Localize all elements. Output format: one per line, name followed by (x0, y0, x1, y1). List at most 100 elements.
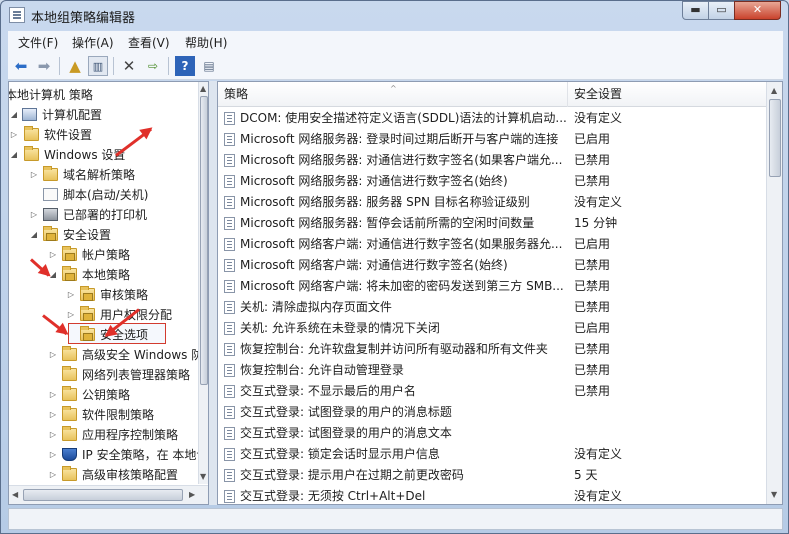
delete-icon[interactable]: ✕ (119, 56, 139, 76)
policy-row[interactable]: Microsoft 网络服务器: 服务器 SPN 目标名称验证级别 没有定义 (218, 192, 766, 213)
details-pane: 策略 ^ 安全设置 DCOM: 使用安全描述符定义语言(SDDL)语法的计算机启… (217, 81, 783, 505)
scroll-right-icon[interactable]: ▶ (189, 490, 195, 499)
title-bar[interactable]: 本地组策略编辑器 ▬ ▭ ✕ (1, 1, 788, 29)
policy-row[interactable]: 关机: 清除虚拟内存页面文件 已禁用 (218, 297, 766, 318)
column-label: 策略 (224, 87, 249, 101)
policy-row[interactable]: Microsoft 网络服务器: 登录时间过期后断开与客户端的连接 已启用 (218, 129, 766, 150)
tree-label: 域名解析策略 (63, 168, 136, 182)
tree-label: IP 安全策略，在 本地计算机 (82, 448, 199, 462)
policy-name: 交互式登录: 锁定会话时显示用户信息 (240, 447, 440, 461)
menu-view[interactable]: 查看(V) (128, 34, 170, 51)
policy-row[interactable]: DCOM: 使用安全描述符定义语言(SDDL)语法的计算机启动... 没有定义 (218, 108, 766, 129)
policy-row[interactable]: 交互式登录: 试图登录的用户的消息标题 (218, 402, 766, 423)
policy-name: 交互式登录: 试图登录的用户的消息文本 (240, 426, 452, 440)
policy-name: Microsoft 网络服务器: 暂停会话前所需的空闲时间数量 (240, 216, 535, 230)
annotation-arrow (42, 314, 68, 336)
chevron-right-icon[interactable]: ▷ (48, 465, 58, 484)
minimize-button[interactable]: ▬ (682, 1, 709, 20)
printer-icon (43, 208, 58, 221)
policy-value: 没有定义 (574, 447, 623, 461)
scroll-down-icon[interactable]: ▼ (200, 472, 206, 481)
policy-row[interactable]: 关机: 允许系统在未登录的情况下关闭 已启用 (218, 318, 766, 339)
policy-setting-icon (224, 322, 235, 335)
chevron-right-icon[interactable]: ▷ (9, 125, 19, 145)
policy-setting-icon (224, 175, 235, 188)
policy-row[interactable]: 交互式登录: 锁定会话时显示用户信息 没有定义 (218, 444, 766, 465)
chevron-right-icon[interactable]: ▷ (29, 205, 39, 225)
folder-icon (62, 386, 77, 401)
chevron-down-icon[interactable]: ◢ (9, 105, 19, 125)
chevron-right-icon[interactable]: ▷ (66, 285, 76, 305)
scroll-thumb[interactable] (769, 99, 781, 177)
policy-row[interactable]: 恢复控制台: 允许自动管理登录 已禁用 (218, 360, 766, 381)
scroll-left-icon[interactable]: ◀ (12, 490, 18, 499)
toolbar-separator (168, 57, 169, 75)
scroll-down-icon[interactable]: ▼ (771, 490, 777, 499)
chevron-right-icon[interactable]: ▷ (48, 245, 58, 265)
maximize-button[interactable]: ▭ (708, 1, 735, 20)
forward-icon[interactable]: ➡ (34, 56, 54, 76)
chevron-right-icon[interactable]: ▷ (66, 305, 76, 325)
chevron-down-icon[interactable]: ◢ (29, 225, 39, 245)
console-tree-pane: 本地计算机 策略 ◢ 计算机配置 ▷ 软件设置 ◢ Windows 设置 ▷ 域… (8, 81, 209, 505)
shield-icon (62, 448, 77, 461)
chevron-right-icon[interactable]: ▷ (48, 425, 58, 445)
chevron-right-icon[interactable]: ▷ (29, 165, 39, 185)
policy-row[interactable]: 交互式登录: 无须按 Ctrl+Alt+Del 没有定义 (218, 486, 766, 504)
scroll-up-icon[interactable]: ▲ (200, 84, 206, 93)
close-button[interactable]: ✕ (734, 1, 781, 20)
folder-icon (62, 466, 77, 481)
menu-file[interactable]: 文件(F) (18, 34, 58, 51)
policy-row[interactable]: Microsoft 网络服务器: 对通信进行数字签名(始终) 已禁用 (218, 171, 766, 192)
locked-folder-icon (62, 246, 77, 261)
column-header-policy[interactable]: 策略 ^ (218, 82, 568, 107)
policy-row[interactable]: 交互式登录: 不显示最后的用户名 已禁用 (218, 381, 766, 402)
chevron-down-icon[interactable]: ◢ (9, 145, 19, 165)
folder-icon (62, 346, 77, 361)
properties-icon[interactable]: ▤ (199, 56, 219, 76)
scroll-thumb[interactable] (23, 489, 183, 501)
chevron-right-icon[interactable]: ▷ (48, 405, 58, 425)
policy-row[interactable]: Microsoft 网络服务器: 对通信进行数字签名(如果客户端允... 已禁用 (218, 150, 766, 171)
policy-setting-icon (224, 217, 235, 230)
help-icon[interactable]: ? (175, 56, 195, 76)
policy-setting-icon (224, 343, 235, 356)
policy-value: 已禁用 (574, 342, 611, 356)
policy-setting-icon (224, 385, 235, 398)
chevron-right-icon[interactable]: ▷ (48, 445, 58, 465)
policy-setting-icon (224, 301, 235, 314)
scroll-thumb[interactable] (200, 96, 208, 385)
menu-action[interactable]: 操作(A) (72, 34, 114, 51)
policy-row[interactable]: 恢复控制台: 允许软盘复制并访问所有驱动器和所有文件夹 已禁用 (218, 339, 766, 360)
tree-label: 网络列表管理器策略 (82, 368, 191, 382)
export-list-icon[interactable]: ⇨ (143, 56, 163, 76)
scroll-up-icon[interactable]: ▲ (771, 86, 777, 95)
policy-value: 已禁用 (574, 258, 611, 272)
computer-icon (22, 108, 37, 121)
policy-editor-icon (9, 7, 25, 23)
column-header-security-setting[interactable]: 安全设置 (568, 82, 764, 107)
policy-setting-icon (224, 448, 235, 461)
pane-splitter[interactable] (209, 81, 217, 505)
back-icon[interactable]: ⬅ (11, 56, 31, 76)
menu-help[interactable]: 帮助(H) (185, 34, 227, 51)
policy-value: 已禁用 (574, 153, 611, 167)
toolbar-separator (59, 57, 60, 75)
folder-icon (24, 146, 39, 161)
policy-setting-icon (224, 280, 235, 293)
policy-row[interactable]: Microsoft 网络客户端: 将未加密的密码发送到第三方 SMB... 已禁用 (218, 276, 766, 297)
policy-name: 交互式登录: 不显示最后的用户名 (240, 384, 416, 398)
show-hide-tree-icon[interactable]: ▥ (88, 56, 108, 76)
policy-value: 已启用 (574, 132, 611, 146)
folder-up-icon[interactable]: ▲ (65, 56, 85, 76)
policy-row[interactable]: Microsoft 网络客户端: 对通信进行数字签名(如果服务器允... 已启用 (218, 234, 766, 255)
policy-row[interactable]: 交互式登录: 试图登录的用户的消息文本 (218, 423, 766, 444)
tree-horizontal-scrollbar[interactable]: ◀ ▶ (9, 485, 208, 504)
tree-vertical-scrollbar[interactable]: ▲ ▼ (198, 82, 208, 484)
list-vertical-scrollbar[interactable]: ▲ ▼ (766, 82, 782, 504)
policy-row[interactable]: Microsoft 网络客户端: 对通信进行数字签名(始终) 已禁用 (218, 255, 766, 276)
chevron-right-icon[interactable]: ▷ (48, 345, 58, 365)
chevron-right-icon[interactable]: ▷ (48, 385, 58, 405)
policy-row[interactable]: Microsoft 网络服务器: 暂停会话前所需的空闲时间数量 15 分钟 (218, 213, 766, 234)
policy-row[interactable]: 交互式登录: 提示用户在过期之前更改密码 5 天 (218, 465, 766, 486)
